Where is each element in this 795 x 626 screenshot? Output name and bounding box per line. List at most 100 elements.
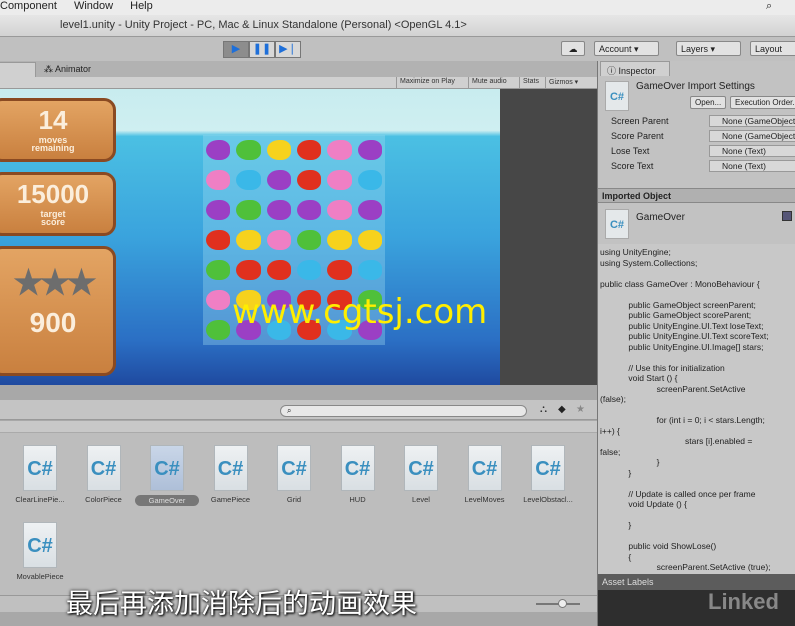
fish-tile-green[interactable] xyxy=(236,140,261,160)
fish-tile-yellow[interactable] xyxy=(327,230,352,250)
fish-tile-purple[interactable] xyxy=(357,140,382,160)
fish-tile-red[interactable] xyxy=(206,230,231,250)
asset-item[interactable]: C# HUD xyxy=(326,433,390,504)
play-button[interactable]: ▶ xyxy=(223,41,249,58)
game-view[interactable]: 14 moves remaining 15000 target score ★★… xyxy=(0,89,500,385)
menu-window[interactable]: Window xyxy=(74,0,113,12)
settings-icon[interactable] xyxy=(782,211,792,221)
fish-tile-purple[interactable] xyxy=(266,170,291,190)
animator-icon: ⁂ xyxy=(44,64,56,74)
fish-tile-yellow[interactable] xyxy=(266,140,291,160)
star-icon: ★ xyxy=(13,264,44,302)
object-field[interactable]: None (GameObject) xyxy=(709,115,795,127)
fish-tile-purple[interactable] xyxy=(206,140,231,160)
fish-tile-red[interactable] xyxy=(266,260,291,280)
cloud-icon: ☁ xyxy=(568,44,578,54)
object-field[interactable]: None (Text) xyxy=(709,160,795,172)
object-field[interactable]: None (Text) xyxy=(709,145,795,157)
star-icon[interactable]: ★ xyxy=(576,404,585,415)
breadcrumb xyxy=(0,421,597,433)
mute-audio-toggle[interactable]: Mute audio xyxy=(468,77,510,88)
script-icon: C# xyxy=(605,81,629,111)
fish-tile-pink[interactable] xyxy=(327,140,352,160)
asset-item[interactable]: C# GameOver xyxy=(135,433,199,506)
fish-tile-pink[interactable] xyxy=(206,290,231,310)
gizmos-dropdown[interactable]: Gizmos ▾ xyxy=(545,77,581,88)
csharp-script-icon: C# xyxy=(340,445,375,491)
stats-toggle[interactable]: Stats xyxy=(519,77,542,88)
asset-labels-header: Asset Labels xyxy=(598,574,795,590)
filter-type-icon[interactable]: ⛬ xyxy=(540,404,547,415)
fish-tile-purple[interactable] xyxy=(297,200,322,220)
subtitle: 最后再添加消除后的动画效果 xyxy=(66,589,417,620)
inspector-panel: ⓘ Inspector C# GameOver Import Settings … xyxy=(597,61,795,626)
fish-tile-blue[interactable] xyxy=(357,260,382,280)
pause-button[interactable]: ❚❚ xyxy=(249,41,275,58)
asset-item[interactable]: C# MovablePiece xyxy=(8,510,72,581)
fish-tile-pink[interactable] xyxy=(327,170,352,190)
fish-tile-purple[interactable] xyxy=(206,200,231,220)
field-label: Screen Parent xyxy=(611,116,669,126)
inspector-title: GameOver Import Settings xyxy=(636,81,755,92)
asset-item[interactable]: C# LevelObstacl... xyxy=(516,433,580,504)
asset-item[interactable]: C# GamePiece xyxy=(199,433,263,504)
account-dropdown[interactable]: Account ▾ xyxy=(594,41,659,56)
fish-tile-pink[interactable] xyxy=(206,170,231,190)
asset-label: LevelObstacl... xyxy=(523,495,573,504)
search-icon[interactable]: ⌕ xyxy=(766,0,772,13)
asset-item[interactable]: C# Level xyxy=(389,433,453,504)
moves-panel: 14 moves remaining xyxy=(0,98,116,162)
asset-label: Grid xyxy=(286,495,302,504)
field-label: Score Text xyxy=(611,161,654,171)
fish-tile-pink[interactable] xyxy=(327,200,352,220)
fish-tile-blue[interactable] xyxy=(357,170,382,190)
asset-item[interactable]: C# LevelMoves xyxy=(453,433,517,504)
tab-game[interactable] xyxy=(0,62,36,77)
star-icon: ★ xyxy=(66,264,97,302)
fish-tile-green[interactable] xyxy=(297,230,322,250)
current-score: 900 xyxy=(29,307,77,338)
asset-item[interactable]: C# Grid xyxy=(262,433,326,504)
fish-tile-blue[interactable] xyxy=(236,170,261,190)
script-icon: C# xyxy=(605,209,629,239)
layout-dropdown[interactable]: Layout xyxy=(750,41,795,56)
object-field[interactable]: None (GameObject) xyxy=(709,130,795,142)
tab-animator[interactable]: ⁂ Animator xyxy=(38,62,118,77)
main-toolbar: ▶ ❚❚ ▶❘ ☁ Account ▾ Layers ▾ Layout xyxy=(0,37,795,61)
csharp-script-icon: C# xyxy=(150,445,184,491)
fish-tile-green[interactable] xyxy=(206,260,231,280)
asset-item[interactable]: C# ColorPiece xyxy=(72,433,136,504)
fish-tile-red[interactable] xyxy=(327,260,352,280)
fish-tile-red[interactable] xyxy=(236,260,261,280)
label-icon[interactable]: ◆ xyxy=(558,404,566,415)
menu-help[interactable]: Help xyxy=(130,0,153,12)
layers-dropdown[interactable]: Layers ▾ xyxy=(676,41,741,56)
maximize-on-play-toggle[interactable]: Maximize on Play xyxy=(396,77,458,88)
step-button[interactable]: ▶❘ xyxy=(275,41,301,58)
tab-row: ⁂ Animator xyxy=(0,61,597,77)
csharp-script-icon: C# xyxy=(404,445,438,491)
fish-tile-red[interactable] xyxy=(297,140,322,160)
fish-tile-yellow[interactable] xyxy=(236,230,261,250)
fish-tile-pink[interactable] xyxy=(266,230,291,250)
fish-tile-red[interactable] xyxy=(297,170,322,190)
field-label: Lose Text xyxy=(611,146,650,156)
target-score: 15000 xyxy=(16,179,90,209)
menu-component[interactable]: Component xyxy=(0,0,57,12)
fish-tile-purple[interactable] xyxy=(357,200,382,220)
asset-label: GamePiece xyxy=(210,495,251,504)
tab-inspector[interactable]: ⓘ Inspector xyxy=(600,61,670,76)
fish-tile-purple[interactable] xyxy=(266,200,291,220)
fish-tile-yellow[interactable] xyxy=(357,230,382,250)
fish-tile-green[interactable] xyxy=(236,200,261,220)
cloud-button[interactable]: ☁ xyxy=(561,41,585,56)
project-search-input[interactable]: ⌕ xyxy=(280,405,527,417)
open-button[interactable]: Open... xyxy=(690,96,727,109)
fish-tile-green[interactable] xyxy=(206,320,231,340)
asset-item[interactable]: C# ClearLinePie... xyxy=(8,433,72,504)
fish-tile-blue[interactable] xyxy=(297,260,322,280)
project-toolbar: ⌕ ⛬ ◆ ★ xyxy=(0,400,597,420)
asset-label: MovablePiece xyxy=(16,572,64,581)
slider-thumb[interactable] xyxy=(558,599,567,608)
execution-order-button[interactable]: Execution Order... xyxy=(730,96,795,109)
